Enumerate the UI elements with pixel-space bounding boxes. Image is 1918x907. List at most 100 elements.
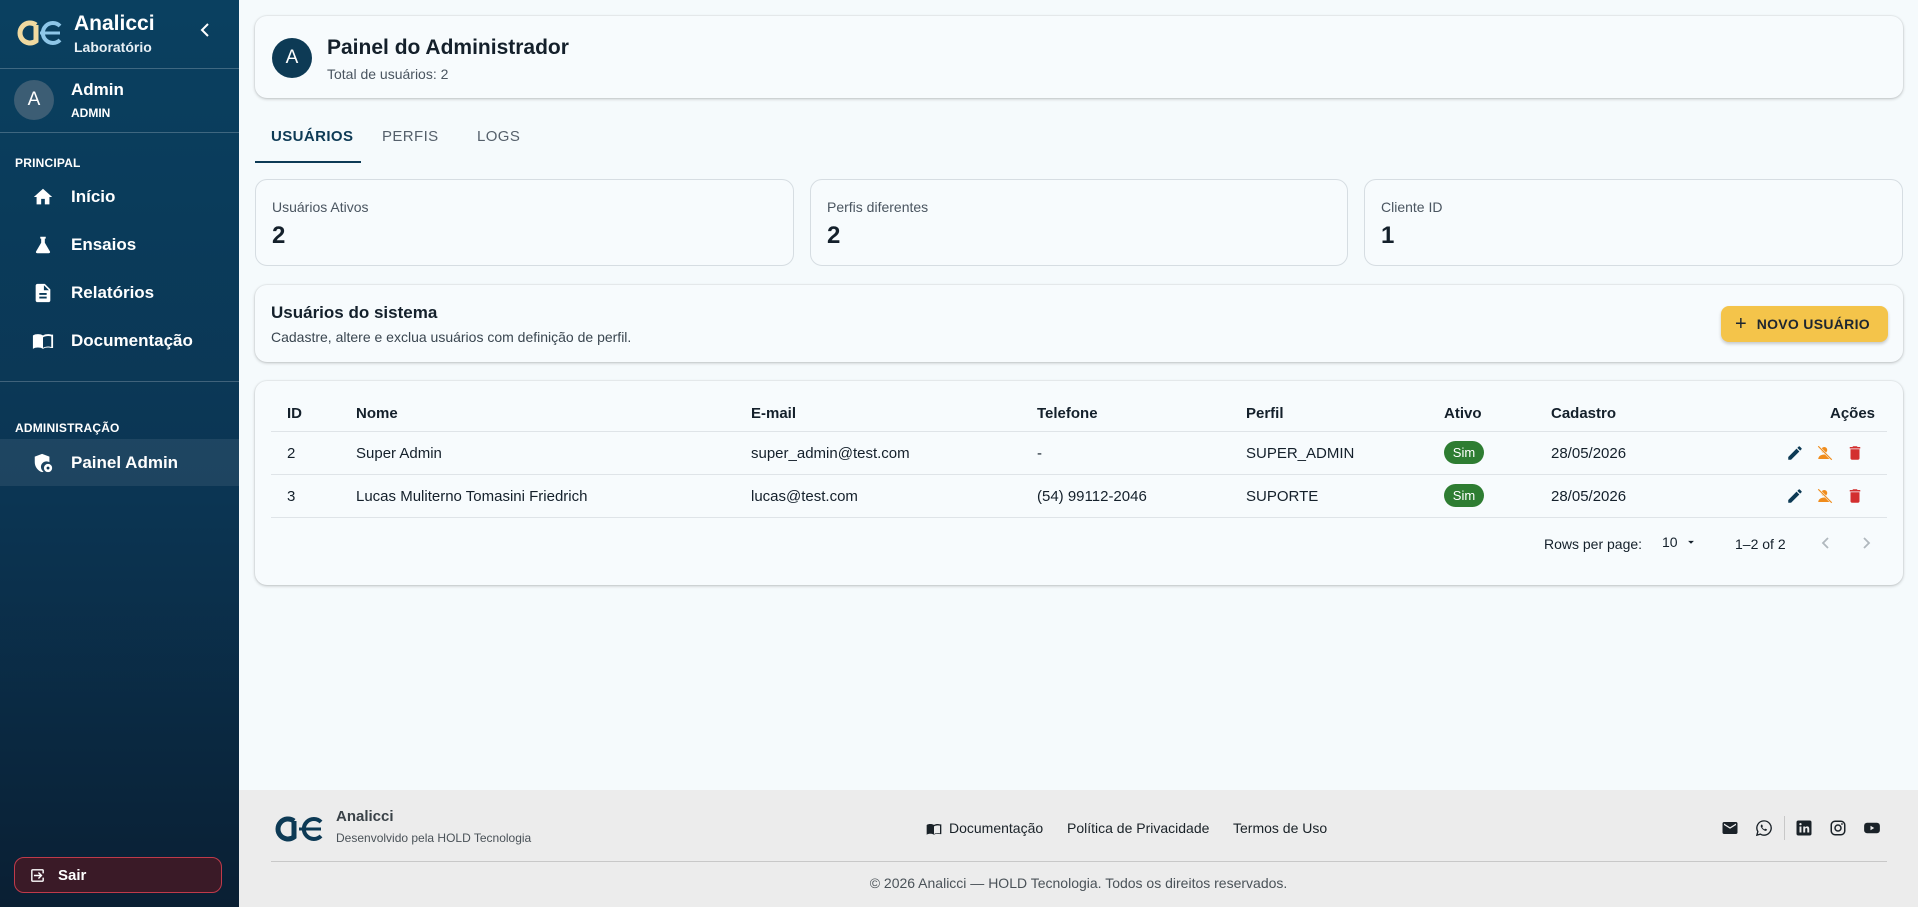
user-name: Admin: [71, 80, 124, 99]
stat-card-perfis-diferentes: Perfis diferentes 2: [810, 179, 1348, 266]
flask-icon: [35, 236, 51, 254]
row-divider: [271, 517, 1887, 518]
delete-icon[interactable]: [1846, 444, 1864, 462]
cell-perfil: SUPORTE: [1246, 488, 1319, 505]
youtube-icon[interactable]: [1863, 819, 1881, 837]
tab-usuarios[interactable]: USUÁRIOS: [271, 128, 353, 145]
sidebar-item-label: Ensaios: [71, 235, 137, 254]
new-user-label: NOVO USUÁRIO: [1756, 316, 1870, 332]
cell-cadastro: 28/05/2026: [1551, 488, 1627, 505]
sidebar-item-label: Documentação: [71, 331, 193, 350]
stat-value: 2: [827, 222, 841, 249]
email-icon[interactable]: [1721, 819, 1739, 837]
rows-per-page-value: 10: [1662, 534, 1678, 550]
sidebar-item-documentacao[interactable]: Documentação: [0, 318, 239, 364]
section-title: Usuários do sistema: [271, 303, 438, 322]
stat-card-cliente-id: Cliente ID 1: [1364, 179, 1903, 266]
column-header-email: E-mail: [751, 405, 797, 422]
page-title: Painel do Administrador: [327, 36, 569, 59]
deactivate-user-icon[interactable]: [1816, 444, 1834, 462]
divider: [0, 381, 239, 382]
section-subtitle: Cadastre, altere e exclua usuários com d…: [271, 329, 632, 345]
stat-label: Perfis diferentes: [827, 199, 929, 215]
edit-icon[interactable]: [1786, 487, 1804, 505]
sidebar-item-inicio[interactable]: Início: [0, 174, 239, 220]
user-info: A Admin ADMIN: [14, 80, 124, 120]
stat-card-usuarios-ativos: Usuários Ativos 2: [255, 179, 794, 266]
analicci-logo-icon: [275, 816, 323, 842]
column-header-ativo: Ativo: [1444, 405, 1482, 422]
cell-cadastro: 28/05/2026: [1551, 445, 1627, 462]
brand[interactable]: Analicci Laboratório: [14, 11, 155, 55]
chevron-left-icon[interactable]: [198, 22, 214, 38]
divider: [1784, 816, 1785, 840]
chevron-left-icon[interactable]: [1818, 535, 1834, 551]
system-users-card: Usuários do sistema Cadastre, altere e e…: [255, 285, 1903, 362]
row-divider: [271, 474, 1887, 475]
footer-link-documentacao[interactable]: Documentação: [949, 820, 1043, 836]
status-badge: Sim: [1444, 441, 1484, 464]
divider: [0, 68, 239, 69]
logout-button[interactable]: Sair: [14, 857, 222, 893]
sidebar-item-relatorios[interactable]: Relatórios: [0, 270, 239, 316]
logout-icon: [31, 868, 44, 882]
deactivate-user-icon[interactable]: [1816, 487, 1834, 505]
sidebar-item-ensaios[interactable]: Ensaios: [0, 222, 239, 268]
sidebar-item-label: Painel Admin: [71, 452, 179, 472]
new-user-button[interactable]: + NOVO USUÁRIO: [1721, 306, 1888, 342]
stat-label: Cliente ID: [1381, 199, 1443, 215]
column-header-id: ID: [287, 405, 302, 422]
home-icon: [33, 188, 53, 205]
caret-down-icon: [1687, 540, 1694, 544]
footer: Analicci Desenvolvido pela HOLD Tecnolog…: [239, 790, 1918, 907]
cell-telefone: (54) 99112-2046: [1037, 488, 1147, 505]
divider: [271, 861, 1887, 862]
analicci-logo-icon: [17, 20, 62, 46]
cell-nome: Super Admin: [356, 445, 442, 462]
instagram-icon[interactable]: [1829, 819, 1847, 837]
book-icon: [32, 334, 54, 349]
plus-icon: +: [1735, 313, 1747, 335]
column-header-telefone: Telefone: [1037, 405, 1098, 422]
stat-value: 2: [272, 222, 286, 249]
rows-per-page-select[interactable]: 10: [1662, 534, 1698, 550]
delete-icon[interactable]: [1846, 487, 1864, 505]
chevron-right-icon[interactable]: [1858, 535, 1874, 551]
tab-indicator: [255, 161, 361, 163]
cell-perfil: SUPER_ADMIN: [1246, 445, 1355, 462]
avatar: A: [272, 38, 312, 78]
cell-email: super_admin@test.com: [751, 445, 910, 462]
brand-name: Analicci: [74, 11, 155, 35]
brand-subtitle: Laboratório: [74, 38, 152, 55]
footer-link-termos[interactable]: Termos de Uso: [1233, 820, 1327, 836]
users-table: ID Nome E-mail Telefone Perfil Ativo Cad…: [255, 381, 1903, 585]
whatsapp-icon[interactable]: [1755, 819, 1773, 837]
footer-brand-name: Analicci: [336, 808, 394, 825]
user-role: ADMIN: [71, 106, 111, 120]
edit-icon[interactable]: [1786, 444, 1804, 462]
sidebar-item-label: Relatórios: [71, 283, 155, 302]
divider: [0, 132, 239, 133]
stat-label: Usuários Ativos: [272, 199, 369, 215]
footer-link-privacidade[interactable]: Política de Privacidade: [1067, 820, 1209, 836]
cell-id: 2: [287, 445, 296, 462]
column-header-perfil: Perfil: [1246, 405, 1284, 422]
tab-logs[interactable]: LOGS: [477, 128, 520, 145]
column-header-nome: Nome: [356, 405, 398, 422]
status-badge: Sim: [1444, 484, 1484, 507]
cell-id: 3: [287, 488, 296, 505]
copyright: © 2026 Analicci — HOLD Tecnologia. Todos…: [869, 875, 1288, 891]
logout-label: Sair: [58, 866, 87, 884]
document-icon: [35, 283, 51, 303]
page-subtitle: Total de usuários: 2: [327, 66, 449, 82]
column-header-cadastro: Cadastro: [1551, 405, 1617, 422]
rows-per-page-label: Rows per page:: [1544, 536, 1643, 552]
tab-perfis[interactable]: PERFIS: [382, 128, 439, 145]
book-icon: [926, 824, 942, 835]
column-header-acoes: Ações: [1830, 405, 1876, 422]
admin-shield-icon: [34, 453, 53, 472]
sidebar-item-painel-admin[interactable]: Painel Admin: [0, 439, 239, 486]
avatar: A: [14, 80, 54, 120]
linkedin-icon[interactable]: [1795, 819, 1813, 837]
pagination-range: 1–2 of 2: [1735, 536, 1786, 552]
